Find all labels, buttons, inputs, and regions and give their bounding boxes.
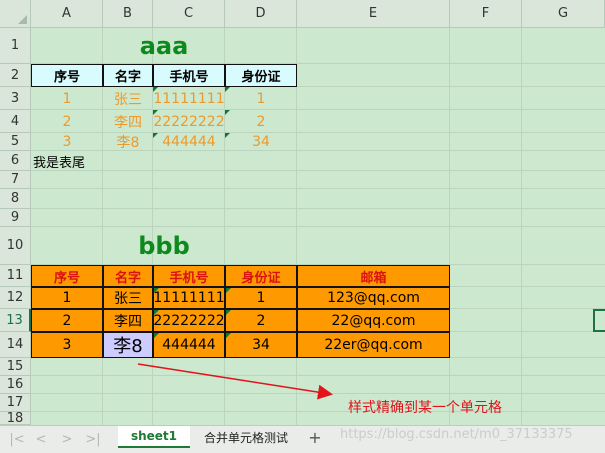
add-sheet-button[interactable]: +	[304, 426, 326, 448]
arrow-line	[137, 363, 333, 400]
tab-merge-cells-test[interactable]: 合并单元格测试	[194, 426, 298, 448]
tab-sheet1[interactable]: sheet1	[118, 426, 190, 448]
last-sheet-nav-button[interactable]: >|	[84, 430, 102, 448]
annotation-arrow	[137, 363, 333, 400]
prev-sheet-nav-button[interactable]: <	[32, 430, 50, 448]
annotation-text: 样式精确到某一个单元格	[348, 400, 502, 416]
next-sheet-nav-button[interactable]: >	[58, 430, 76, 448]
watermark-text: https://blog.csdn.net/m0_37133375	[340, 427, 573, 442]
first-sheet-nav-button[interactable]: |<	[8, 430, 26, 448]
